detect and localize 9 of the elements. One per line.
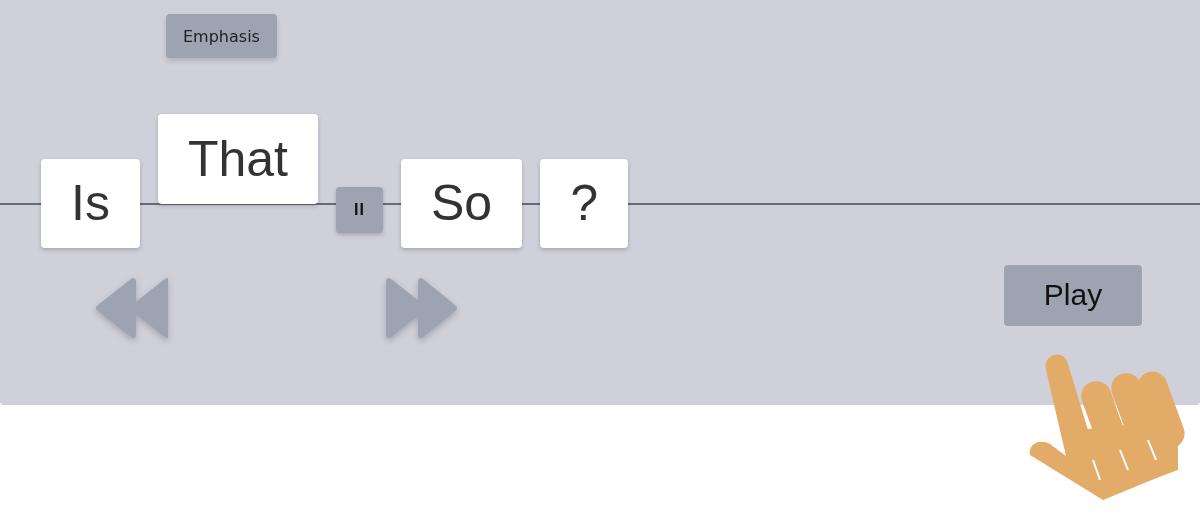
word-card[interactable]: ? xyxy=(540,158,628,248)
fast-forward-icon[interactable] xyxy=(385,277,458,339)
emphasis-button[interactable]: Emphasis xyxy=(166,14,277,58)
word-card[interactable]: That xyxy=(157,114,318,204)
word-card[interactable]: So xyxy=(400,158,523,248)
pause-marker[interactable]: II xyxy=(335,187,383,233)
word-card[interactable]: Is xyxy=(41,158,140,248)
rewind-icon[interactable] xyxy=(95,277,168,339)
play-button[interactable]: Play xyxy=(1004,264,1142,326)
